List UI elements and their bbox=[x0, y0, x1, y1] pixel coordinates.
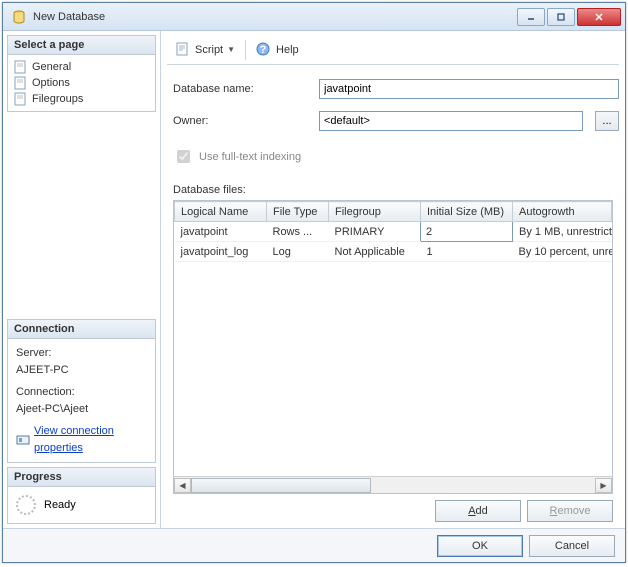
sidebar-item-options[interactable]: Options bbox=[10, 75, 153, 91]
cell-autogrowth[interactable]: By 1 MB, unrestricted growth bbox=[513, 222, 612, 242]
progress-spinner-icon bbox=[16, 495, 36, 515]
new-database-dialog: New Database Select a page General Optio… bbox=[2, 2, 626, 563]
sidebar-item-label: General bbox=[32, 61, 71, 73]
dialog-footer: OK Cancel bbox=[3, 528, 625, 562]
scroll-left-arrow[interactable]: ◀ bbox=[174, 478, 191, 493]
sidebar: Select a page General Options Filegroups bbox=[3, 31, 161, 528]
window-buttons bbox=[517, 8, 621, 26]
connection-value: Ajeet-PC\Ajeet bbox=[16, 401, 147, 418]
help-icon: ? bbox=[256, 42, 272, 58]
scroll-right-arrow[interactable]: ▶ bbox=[595, 478, 612, 493]
cell-filegroup[interactable]: PRIMARY bbox=[329, 222, 421, 242]
cell-logical-name[interactable]: javatpoint_log bbox=[175, 242, 267, 262]
remove-button[interactable]: Remove bbox=[527, 500, 613, 522]
cell-filegroup[interactable]: Not Applicable bbox=[329, 242, 421, 262]
help-button[interactable]: ? Help bbox=[252, 40, 303, 60]
database-name-label: Database name: bbox=[173, 83, 311, 95]
cell-file-type[interactable]: Log bbox=[267, 242, 329, 262]
select-page-header: Select a page bbox=[8, 36, 155, 55]
connection-header: Connection bbox=[8, 320, 155, 339]
col-file-type[interactable]: File Type bbox=[267, 202, 329, 222]
owner-label: Owner: bbox=[173, 115, 311, 127]
cell-logical-name[interactable]: javatpoint bbox=[175, 222, 267, 242]
svg-text:?: ? bbox=[260, 44, 267, 56]
sidebar-item-label: Options bbox=[32, 77, 70, 89]
server-label: Server: bbox=[16, 345, 147, 362]
server-value: AJEET-PC bbox=[16, 362, 147, 379]
fulltext-label: Use full-text indexing bbox=[199, 151, 301, 163]
scroll-thumb[interactable] bbox=[191, 478, 371, 493]
col-autogrowth[interactable]: Autogrowth bbox=[513, 202, 612, 222]
col-initial-size[interactable]: Initial Size (MB) bbox=[421, 202, 513, 222]
connection-panel: Connection Server: AJEET-PC Connection: … bbox=[7, 319, 156, 463]
toolbar-separator bbox=[245, 40, 246, 60]
col-filegroup[interactable]: Filegroup bbox=[329, 202, 421, 222]
table-row[interactable]: javatpoint Rows ... PRIMARY 2 By 1 MB, u… bbox=[175, 222, 612, 242]
toolbar: Script ▼ ? Help bbox=[167, 35, 619, 65]
chevron-down-icon: ▼ bbox=[227, 45, 235, 54]
col-logical-name[interactable]: Logical Name bbox=[175, 202, 267, 222]
progress-status: Ready bbox=[44, 499, 76, 511]
connection-label: Connection: bbox=[16, 384, 147, 401]
cancel-button[interactable]: Cancel bbox=[529, 535, 615, 557]
database-icon bbox=[11, 9, 27, 25]
view-connection-properties-link[interactable]: View connection properties bbox=[34, 423, 147, 456]
help-label: Help bbox=[276, 44, 299, 56]
horizontal-scrollbar[interactable]: ◀ ▶ bbox=[174, 476, 612, 493]
connection-icon bbox=[16, 433, 30, 447]
database-name-input[interactable] bbox=[319, 79, 619, 99]
window-title: New Database bbox=[33, 11, 517, 23]
database-files-table: Logical Name File Type Filegroup Initial… bbox=[173, 200, 613, 494]
ok-button[interactable]: OK bbox=[437, 535, 523, 557]
script-button[interactable]: Script ▼ bbox=[171, 40, 239, 60]
titlebar: New Database bbox=[3, 3, 625, 31]
page-icon bbox=[14, 92, 28, 106]
sidebar-item-general[interactable]: General bbox=[10, 59, 153, 75]
owner-input[interactable] bbox=[319, 111, 583, 131]
cell-autogrowth[interactable]: By 10 percent, unrestricted growth bbox=[513, 242, 612, 262]
table-row[interactable]: javatpoint_log Log Not Applicable 1 By 1… bbox=[175, 242, 612, 262]
database-files-label: Database files: bbox=[173, 184, 619, 196]
page-icon bbox=[14, 60, 28, 74]
main-panel: Script ▼ ? Help Database name: Owner: ..… bbox=[161, 31, 625, 528]
sidebar-item-label: Filegroups bbox=[32, 93, 83, 105]
progress-panel: Progress Ready bbox=[7, 467, 156, 524]
sidebar-item-filegroups[interactable]: Filegroups bbox=[10, 91, 153, 107]
progress-header: Progress bbox=[8, 468, 155, 487]
cell-file-type[interactable]: Rows ... bbox=[267, 222, 329, 242]
cell-initial-size[interactable]: 1 bbox=[421, 242, 513, 262]
add-button[interactable]: Add bbox=[435, 500, 521, 522]
cell-initial-size[interactable]: 2 bbox=[421, 222, 513, 242]
fulltext-checkbox bbox=[177, 150, 190, 163]
minimize-button[interactable] bbox=[517, 8, 545, 26]
owner-browse-button[interactable]: ... bbox=[595, 111, 619, 131]
script-label: Script bbox=[195, 44, 223, 56]
page-icon bbox=[14, 76, 28, 90]
maximize-button[interactable] bbox=[547, 8, 575, 26]
close-button[interactable] bbox=[577, 8, 621, 26]
select-page-panel: Select a page General Options Filegroups bbox=[7, 35, 156, 112]
script-icon bbox=[175, 42, 191, 58]
